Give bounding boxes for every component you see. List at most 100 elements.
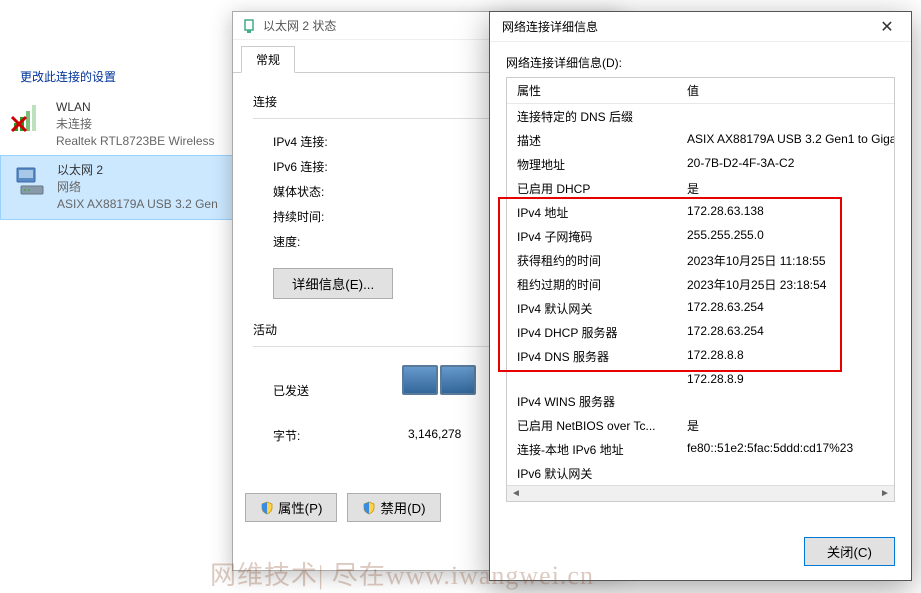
- cell-value: 255.255.255.0: [677, 224, 894, 248]
- table-row[interactable]: 已启用 DHCP是: [507, 176, 894, 200]
- monitor-icon: [402, 365, 438, 395]
- cell-value: 172.28.63.254: [677, 296, 894, 320]
- table-row[interactable]: IPv4 地址172.28.63.138: [507, 200, 894, 224]
- cell-value: 2023年10月25日 23:18:54: [677, 272, 894, 296]
- cell-property: IPv6 默认网关: [507, 461, 677, 485]
- cell-value: 20-7B-D2-4F-3A-C2: [677, 152, 894, 176]
- cell-value: 172.28.63.254: [677, 320, 894, 344]
- cell-value: ASIX AX88179A USB 3.2 Gen1 to Gigabi: [677, 128, 894, 152]
- table-row[interactable]: 描述ASIX AX88179A USB 3.2 Gen1 to Gigabi: [507, 128, 894, 152]
- cell-property: 连接特定的 DNS 后缀: [507, 104, 677, 128]
- table-body: 连接特定的 DNS 后缀描述ASIX AX88179A USB 3.2 Gen1…: [507, 104, 894, 502]
- row-label: IPv4 连接:: [273, 133, 393, 150]
- shield-icon: [260, 501, 274, 515]
- cell-property: IPv4 DNS 服务器: [507, 344, 677, 368]
- disable-button[interactable]: 禁用(D): [347, 493, 440, 522]
- cell-property: IPv4 DHCP 服务器: [507, 320, 677, 344]
- table-row[interactable]: IPv6 默认网关: [507, 461, 894, 485]
- table-row[interactable]: 物理地址20-7B-D2-4F-3A-C2: [507, 152, 894, 176]
- dialog-title: 网络连接详细信息: [502, 18, 598, 35]
- table-row[interactable]: 已启用 NetBIOS over Tc...是: [507, 413, 894, 437]
- col-value: 值: [677, 78, 894, 103]
- dialog-body: 网络连接详细信息(D): 属性 值 连接特定的 DNS 后缀描述ASIX AX8…: [490, 42, 911, 514]
- close-icon[interactable]: ✕: [871, 15, 903, 39]
- row-label: 速度:: [273, 233, 393, 250]
- conn-adapter: Realtek RTL8723BE Wireless: [56, 133, 215, 150]
- cell-property: 获得租约的时间: [507, 248, 677, 272]
- row-label: 媒体状态:: [273, 183, 393, 200]
- col-property: 属性: [507, 78, 677, 103]
- cell-value: 172.28.63.138: [677, 200, 894, 224]
- scroll-right-icon[interactable]: ►: [878, 487, 892, 501]
- connection-item-ethernet[interactable]: 以太网 2 网络 ASIX AX88179A USB 3.2 Gen: [0, 155, 240, 219]
- table-row[interactable]: IPv4 DHCP 服务器172.28.63.254: [507, 320, 894, 344]
- sent-label: 已发送: [273, 382, 309, 399]
- table-row[interactable]: IPv4 子网掩码255.255.255.0: [507, 224, 894, 248]
- cell-property: [507, 368, 677, 389]
- wlan-icon: [10, 99, 46, 135]
- conn-status: 未连接: [56, 116, 215, 133]
- table-row[interactable]: IPv4 默认网关172.28.63.254: [507, 296, 894, 320]
- scroll-left-icon[interactable]: ◄: [509, 487, 523, 501]
- cell-property: 连接-本地 IPv6 地址: [507, 437, 677, 461]
- tab-general[interactable]: 常规: [241, 46, 295, 73]
- dialog-footer: 关闭(C): [804, 537, 895, 566]
- table-header: 属性 值: [507, 78, 894, 104]
- ethernet-icon: [11, 162, 47, 198]
- button-bar: 属性(P) 禁用(D): [245, 493, 441, 522]
- button-label: 禁用(D): [380, 498, 425, 517]
- dialog-titlebar[interactable]: 网络连接详细信息 ✕: [490, 12, 911, 42]
- properties-button[interactable]: 属性(P): [245, 493, 337, 522]
- cell-value: [677, 389, 894, 413]
- cell-property: 描述: [507, 128, 677, 152]
- activity-icons: [399, 365, 479, 415]
- ethernet-plug-icon: [241, 18, 257, 34]
- connection-details-dialog: 网络连接详细信息 ✕ 网络连接详细信息(D): 属性 值 连接特定的 DNS 后…: [489, 11, 912, 581]
- conn-name: 以太网 2: [57, 162, 218, 179]
- button-label: 属性(P): [278, 498, 322, 517]
- row-label: IPv6 连接:: [273, 158, 393, 175]
- cell-value: [677, 104, 894, 128]
- details-table[interactable]: 属性 值 连接特定的 DNS 后缀描述ASIX AX88179A USB 3.2…: [506, 77, 895, 502]
- network-settings-panel: 更改此连接的设置 WLAN 未连接 Realtek RTL8723BE Wire…: [0, 60, 240, 220]
- horizontal-scrollbar[interactable]: ◄ ►: [507, 485, 894, 501]
- details-button[interactable]: 详细信息(E)...: [273, 268, 393, 299]
- cell-property: IPv4 默认网关: [507, 296, 677, 320]
- cell-property: IPv4 地址: [507, 200, 677, 224]
- monitor-icon: [440, 365, 476, 395]
- cell-property: 已启用 DHCP: [507, 176, 677, 200]
- list-label: 网络连接详细信息(D):: [506, 54, 895, 71]
- shield-icon: [362, 501, 376, 515]
- cell-property: 物理地址: [507, 152, 677, 176]
- cell-value: [677, 461, 894, 485]
- bytes-label: 字节:: [273, 427, 300, 444]
- table-row[interactable]: 172.28.8.9: [507, 368, 894, 389]
- cell-value: 172.28.8.8: [677, 344, 894, 368]
- cell-property: 租约过期的时间: [507, 272, 677, 296]
- table-row[interactable]: 获得租约的时间2023年10月25日 11:18:55: [507, 248, 894, 272]
- cell-property: IPv4 子网掩码: [507, 224, 677, 248]
- settings-header: 更改此连接的设置: [0, 60, 240, 93]
- cell-property: IPv4 WINS 服务器: [507, 389, 677, 413]
- table-row[interactable]: 租约过期的时间2023年10月25日 23:18:54: [507, 272, 894, 296]
- conn-name: WLAN: [56, 99, 215, 116]
- dialog-title: 以太网 2 状态: [263, 17, 336, 34]
- cell-value: 2023年10月25日 11:18:55: [677, 248, 894, 272]
- row-label: 持续时间:: [273, 208, 393, 225]
- table-row[interactable]: 连接-本地 IPv6 地址fe80::51e2:5fac:5ddd:cd17%2…: [507, 437, 894, 461]
- cell-value: fe80::51e2:5fac:5ddd:cd17%23: [677, 437, 894, 461]
- connection-text: WLAN 未连接 Realtek RTL8723BE Wireless: [56, 99, 215, 149]
- watermark: 网维技术| 尽在www.iwangwei.cn: [210, 555, 594, 592]
- cell-value: 是: [677, 176, 894, 200]
- cell-value: 172.28.8.9: [677, 368, 894, 389]
- conn-adapter: ASIX AX88179A USB 3.2 Gen: [57, 196, 218, 213]
- table-row[interactable]: IPv4 DNS 服务器172.28.8.8: [507, 344, 894, 368]
- connection-item-wlan[interactable]: WLAN 未连接 Realtek RTL8723BE Wireless: [0, 93, 240, 155]
- conn-status: 网络: [57, 179, 218, 196]
- connection-text: 以太网 2 网络 ASIX AX88179A USB 3.2 Gen: [57, 162, 218, 212]
- table-row[interactable]: IPv4 WINS 服务器: [507, 389, 894, 413]
- close-button[interactable]: 关闭(C): [804, 537, 895, 566]
- table-row[interactable]: 连接特定的 DNS 后缀: [507, 104, 894, 128]
- bytes-sent: 3,146,278: [408, 427, 461, 444]
- cell-value: 是: [677, 413, 894, 437]
